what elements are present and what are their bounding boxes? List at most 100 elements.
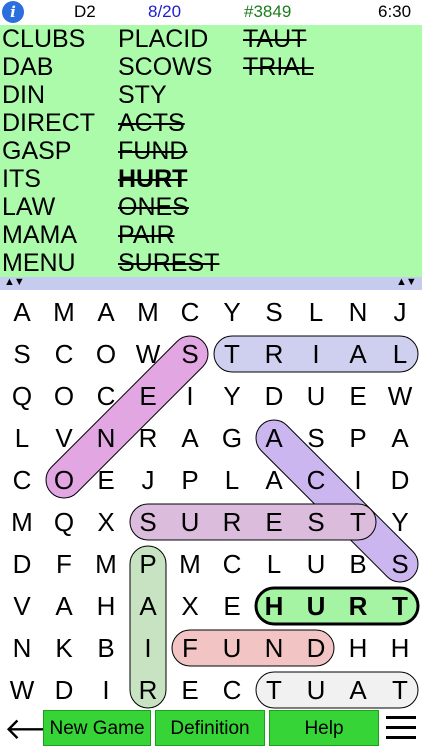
word-list-item[interactable]: TRIAL [243,53,314,81]
grid-cell[interactable]: Y [379,501,421,543]
word-list-item[interactable]: CLUBS [2,25,95,53]
word-list-item[interactable]: ONES [118,193,219,221]
word-list-item[interactable]: GASP [2,137,95,165]
grid-cell[interactable]: E [85,459,127,501]
grid-cell[interactable]: U [169,501,211,543]
word-list-item[interactable]: FUND [118,137,219,165]
grid-cell[interactable]: X [169,585,211,627]
letter-grid[interactable]: AMAMCYSLNJSCOWSTRIALQOCEIYDUEWLVNRAGASPA… [0,290,422,710]
grid-cell[interactable]: V [1,585,43,627]
grid-cell[interactable]: O [43,375,85,417]
menu-icon[interactable] [384,712,418,744]
grid-cell[interactable]: S [379,543,421,585]
grid-cell[interactable]: W [127,333,169,375]
grid-cell[interactable]: L [379,333,421,375]
grid-cell[interactable]: K [43,627,85,669]
word-list-item[interactable]: PLACID [118,25,219,53]
grid-cell[interactable]: D [1,543,43,585]
grid-cell[interactable]: H [379,627,421,669]
grid-cell[interactable]: J [379,291,421,333]
grid-cell[interactable]: R [253,333,295,375]
word-list-item[interactable]: LAW [2,193,95,221]
grid-cell[interactable]: H [85,585,127,627]
grid-cell[interactable]: A [253,417,295,459]
grid-cell[interactable]: S [253,291,295,333]
grid-cell[interactable]: T [253,669,295,711]
help-button[interactable]: Help [269,710,379,746]
grid-cell[interactable]: U [295,543,337,585]
grid-cell[interactable]: D [295,627,337,669]
grid-cell[interactable]: W [379,375,421,417]
grid-cell[interactable]: P [127,543,169,585]
grid-cell[interactable]: I [127,627,169,669]
grid-cell[interactable]: C [43,333,85,375]
grid-cell[interactable]: S [169,333,211,375]
grid-cell[interactable]: N [1,627,43,669]
grid-cell[interactable]: M [43,291,85,333]
grid-cell[interactable]: M [169,543,211,585]
grid-cell[interactable]: D [43,669,85,711]
grid-cell[interactable]: U [295,669,337,711]
word-list-item[interactable]: PAIR [118,221,219,249]
grid-cell[interactable]: S [127,501,169,543]
new-game-button[interactable]: New Game [43,710,151,746]
grid-cell[interactable]: F [169,627,211,669]
grid-cell[interactable]: L [211,459,253,501]
grid-cell[interactable]: S [295,417,337,459]
grid-cell[interactable]: N [337,291,379,333]
grid-cell[interactable]: S [1,333,43,375]
grid-cell[interactable]: B [85,627,127,669]
grid-cell[interactable]: D [379,459,421,501]
grid-cell[interactable]: J [127,459,169,501]
grid-cell[interactable]: I [337,459,379,501]
grid-cell[interactable]: U [295,375,337,417]
grid-cell[interactable]: R [337,585,379,627]
grid-cell[interactable]: E [253,501,295,543]
grid-cell[interactable]: I [295,333,337,375]
grid-cell[interactable]: E [169,669,211,711]
grid-cell[interactable]: R [127,417,169,459]
grid-cell[interactable]: O [43,459,85,501]
grid-cell[interactable]: S [295,501,337,543]
definition-button[interactable]: Definition [155,710,265,746]
grid-cell[interactable]: X [85,501,127,543]
grid-cell[interactable]: R [211,501,253,543]
word-list-scrollbar[interactable]: ▲▼ ▲▼ [0,276,422,290]
grid-cell[interactable]: C [295,459,337,501]
grid-cell[interactable]: A [169,417,211,459]
word-list-item[interactable]: STY [118,81,219,109]
grid-cell[interactable]: I [85,669,127,711]
grid-cell[interactable]: A [43,585,85,627]
grid-cell[interactable]: C [211,543,253,585]
grid-cell[interactable]: A [85,291,127,333]
grid-cell[interactable]: P [169,459,211,501]
grid-cell[interactable]: D [253,375,295,417]
grid-cell[interactable]: P [337,417,379,459]
grid-cell[interactable]: Q [1,375,43,417]
grid-cell[interactable]: H [253,585,295,627]
grid-cell[interactable]: N [85,417,127,459]
grid-cell[interactable]: L [253,543,295,585]
grid-cell[interactable]: Y [211,375,253,417]
scroll-arrows-icon[interactable]: ▲▼ [4,276,25,289]
grid-cell[interactable]: A [127,585,169,627]
grid-cell[interactable]: Q [43,501,85,543]
word-list-item[interactable]: MENU [2,249,95,277]
grid-cell[interactable]: T [379,585,421,627]
grid-cell[interactable]: H [337,627,379,669]
grid-cell[interactable]: N [253,627,295,669]
grid-cell[interactable]: O [85,333,127,375]
grid-cell[interactable]: B [337,543,379,585]
grid-cell[interactable]: C [211,669,253,711]
word-list-item[interactable]: DIRECT [2,109,95,137]
grid-cell[interactable]: G [211,417,253,459]
grid-cell[interactable]: A [337,669,379,711]
word-list-item[interactable]: ACTS [118,109,219,137]
grid-cell[interactable]: T [379,669,421,711]
grid-cell[interactable]: C [1,459,43,501]
grid-cell[interactable]: A [253,459,295,501]
grid-cell[interactable]: C [169,291,211,333]
grid-cell[interactable]: Y [211,291,253,333]
grid-cell[interactable]: C [85,375,127,417]
grid-cell[interactable]: V [43,417,85,459]
